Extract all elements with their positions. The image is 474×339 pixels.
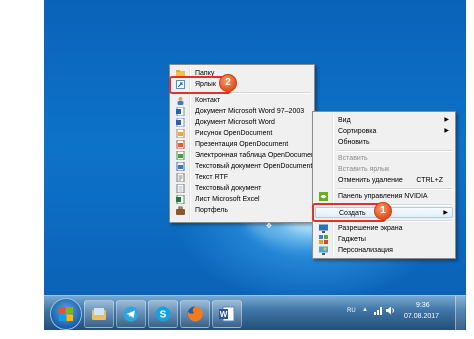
submenu-item-label: Текст RTF	[195, 174, 229, 181]
submenu-item-label: Портфель	[195, 207, 229, 214]
menu-item-nvidia[interactable]: Панель управления NVIDIA	[315, 191, 453, 202]
network-icon[interactable]	[374, 306, 383, 317]
mouse-cursor-icon: ✥	[266, 223, 272, 230]
submenu-item-label: Документ Microsoft Word 97–2003	[195, 108, 305, 115]
windows-logo-icon	[59, 307, 73, 321]
submenu-item-contact[interactable]: Контакт	[172, 95, 312, 106]
skype-icon: S	[155, 306, 171, 322]
chevron-right-icon: ▶	[444, 128, 449, 134]
odt-icon	[176, 161, 185, 172]
submenu-item-label: Текстовый документ	[195, 185, 262, 192]
clock-time[interactable]: 9:36	[416, 302, 430, 309]
menu-item-sort[interactable]: Сортировка ▶	[315, 126, 453, 137]
menu-item-label: Гаджеты	[338, 236, 366, 243]
menu-item-screen-resolution[interactable]: Разрешение экрана	[315, 223, 453, 234]
submenu-item-excel[interactable]: Лист Microsoft Excel	[172, 194, 312, 205]
submenu-item-label: Лист Microsoft Excel	[195, 196, 260, 203]
submenu-item-label: Текстовый документ OpenDocument	[195, 163, 313, 170]
submenu-item-label: Контакт	[195, 97, 221, 104]
menu-item-label: Персонализация	[338, 247, 393, 254]
submenu-item-briefcase[interactable]: Портфель	[172, 205, 312, 216]
menu-item-label: Вставить ярлык	[338, 166, 390, 173]
clock-date[interactable]: 07.08.2017	[404, 313, 439, 320]
menu-item-label: Разрешение экрана	[338, 225, 403, 232]
menu-item-shortcut: CTRL+Z	[416, 177, 443, 184]
submenu-item-odg[interactable]: Рисунок OpenDocument	[172, 128, 312, 139]
personalization-icon	[319, 246, 328, 255]
submenu-item-ods[interactable]: Электронная таблица OpenDocument	[172, 150, 317, 161]
taskbar: S W RU ▲ 9:36 07.08.2017	[44, 295, 466, 330]
submenu-item-text-document[interactable]: Текстовый документ	[172, 183, 312, 194]
menu-item-undo-delete[interactable]: Отменить удаление CTRL+Z	[315, 175, 453, 186]
firefox-icon	[187, 306, 203, 322]
submenu-item-word[interactable]: Документ Microsoft Word	[172, 117, 312, 128]
svg-text:W: W	[220, 310, 228, 319]
menu-item-paste-shortcut[interactable]: Вставить ярлык	[315, 164, 453, 175]
desktop[interactable]: Папку Ярлык Контакт Документ Microsoft W…	[44, 0, 466, 330]
submenu-item-label: Презентация OpenDocument	[195, 141, 289, 148]
chevron-right-icon: ▶	[443, 210, 448, 216]
gadgets-icon	[319, 235, 328, 244]
tray-show-hidden-icon[interactable]: ▲	[362, 307, 368, 313]
chevron-right-icon: ▶	[444, 117, 449, 123]
taskbar-skype-button[interactable]: S	[148, 300, 178, 328]
menu-item-view[interactable]: Вид ▶	[315, 115, 453, 126]
menu-item-label: Отменить удаление	[338, 177, 403, 184]
word-document-icon	[176, 106, 185, 117]
step-1-badge: 1	[374, 202, 392, 220]
step-2-badge: 2	[219, 74, 237, 92]
menu-item-label: Вид	[338, 117, 351, 124]
excel-sheet-icon	[176, 194, 185, 205]
submenu-item-label: Документ Microsoft Word	[195, 119, 275, 126]
explorer-icon	[92, 308, 106, 320]
submenu-item-label: Рисунок OpenDocument	[195, 130, 273, 137]
volume-icon[interactable]	[386, 306, 395, 317]
submenu-item-word-97[interactable]: Документ Microsoft Word 97–2003	[172, 106, 312, 117]
svg-text:S: S	[160, 310, 167, 321]
nvidia-icon	[319, 192, 328, 201]
rtf-icon	[176, 172, 185, 183]
menu-item-label: Сортировка	[338, 128, 377, 135]
menu-item-label: Обновить	[338, 139, 370, 146]
contact-icon	[176, 96, 185, 105]
taskbar-firefox-button[interactable]	[180, 300, 210, 328]
show-desktop-button[interactable]	[455, 296, 465, 330]
submenu-item-odp[interactable]: Презентация OpenDocument	[172, 139, 312, 150]
menu-item-paste[interactable]: Вставить	[315, 153, 453, 164]
menu-item-gadgets[interactable]: Гаджеты	[315, 234, 453, 245]
desktop-context-menu: Вид ▶ Сортировка ▶ Обновить Вставить Вст…	[312, 111, 456, 259]
start-button[interactable]	[50, 298, 82, 330]
language-indicator[interactable]: RU	[347, 308, 356, 314]
taskbar-word-button[interactable]: W	[212, 300, 242, 328]
telegram-icon	[123, 306, 139, 322]
menu-item-personalization[interactable]: Персонализация	[315, 245, 453, 256]
menu-item-label: Вставить	[338, 155, 368, 162]
submenu-item-label: Электронная таблица OpenDocument	[195, 152, 317, 159]
briefcase-icon	[176, 206, 185, 215]
submenu-item-rtf[interactable]: Текст RTF	[172, 172, 312, 183]
word-icon: W	[219, 306, 235, 322]
odg-icon	[176, 128, 185, 139]
word-document-icon	[176, 117, 185, 128]
text-document-icon	[176, 183, 185, 194]
screen-resolution-icon	[319, 224, 328, 233]
menu-item-refresh[interactable]: Обновить	[315, 137, 453, 148]
taskbar-explorer-button[interactable]	[84, 300, 114, 328]
ods-icon	[176, 150, 185, 161]
taskbar-telegram-button[interactable]	[116, 300, 146, 328]
menu-item-label: Панель управления NVIDIA	[338, 193, 428, 200]
submenu-item-odt[interactable]: Текстовый документ OpenDocument	[172, 161, 312, 172]
odp-icon	[176, 139, 185, 150]
